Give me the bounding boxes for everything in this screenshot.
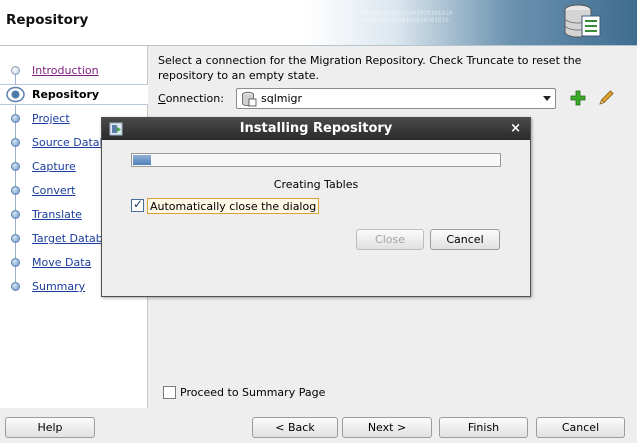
step-dot-icon	[11, 234, 20, 243]
nav-item-repository[interactable]: Repository	[0, 84, 148, 105]
nav-item-label: Translate	[32, 208, 82, 221]
dialog-cancel-button[interactable]: Cancel	[430, 229, 500, 250]
dialog-title: Installing Repository	[239, 121, 393, 136]
installing-repository-dialog: Installing Repository × Creating Tables …	[101, 117, 531, 297]
proceed-to-summary-checkbox[interactable]	[163, 386, 176, 399]
chevron-down-icon	[543, 96, 551, 101]
wizard-header: Repository 0101010101010101010101010 101…	[0, 0, 637, 46]
dialog-titlebar[interactable]: Installing Repository ×	[102, 118, 530, 140]
nav-item-label: Summary	[32, 280, 86, 293]
nav-item-introduction[interactable]: Introduction	[0, 61, 148, 82]
connection-label: Connection:	[158, 92, 224, 105]
connection-db-icon	[242, 91, 257, 107]
step-dot-icon	[11, 186, 20, 195]
current-step-icon	[6, 86, 25, 103]
database-icon	[564, 4, 601, 38]
nav-item-label: Repository	[32, 88, 100, 101]
auto-close-checkbox[interactable]: ✓	[131, 197, 144, 212]
connection-select[interactable]: sqlmigr	[236, 88, 556, 109]
connection-label-mnemonic: C	[158, 92, 166, 105]
nav-item-label: Target Database	[32, 232, 102, 245]
nav-item-label: Project	[32, 112, 70, 125]
install-progress-bar	[131, 153, 501, 167]
add-connection-button[interactable]	[569, 89, 587, 107]
help-button[interactable]: Help	[5, 417, 95, 438]
step-dot-icon	[11, 66, 20, 75]
nav-item-label: Source Database	[32, 136, 102, 149]
finish-button[interactable]: Finish	[439, 417, 528, 438]
back-button[interactable]: < Back	[252, 417, 338, 438]
step-dot-icon	[11, 258, 20, 267]
connection-label-text: onnection:	[165, 92, 224, 105]
progress-fill	[133, 155, 151, 165]
progress-status-text: Creating Tables	[273, 178, 359, 191]
step-dot-icon	[11, 162, 20, 171]
nav-item-label: Move Data	[32, 256, 92, 269]
close-icon[interactable]: ×	[510, 121, 521, 136]
step-dot-icon	[11, 210, 20, 219]
page-title: Repository	[6, 12, 89, 28]
header-binary-decoration: 0101010101010101010101010 10101010101010…	[362, 10, 453, 24]
step-dot-icon	[11, 114, 20, 123]
nav-item-label: Introduction	[32, 64, 99, 77]
dialog-close-button[interactable]: Close	[356, 229, 424, 250]
checkmark-icon: ✓	[133, 197, 144, 211]
nav-item-label: Capture	[32, 160, 76, 173]
step-dot-icon	[11, 282, 20, 291]
auto-close-label[interactable]: Automatically close the dialog	[147, 198, 320, 214]
edit-connection-button[interactable]	[597, 89, 615, 107]
nav-item-label: Convert	[32, 184, 76, 197]
next-button[interactable]: Next >	[342, 417, 432, 438]
step-dot-icon	[11, 138, 20, 147]
cancel-button[interactable]: Cancel	[536, 417, 625, 438]
connection-value: sqlmigr	[261, 92, 303, 105]
instructions-text: Select a connection for the Migration Re…	[158, 54, 582, 82]
proceed-to-summary-label: Proceed to Summary Page	[180, 386, 326, 399]
